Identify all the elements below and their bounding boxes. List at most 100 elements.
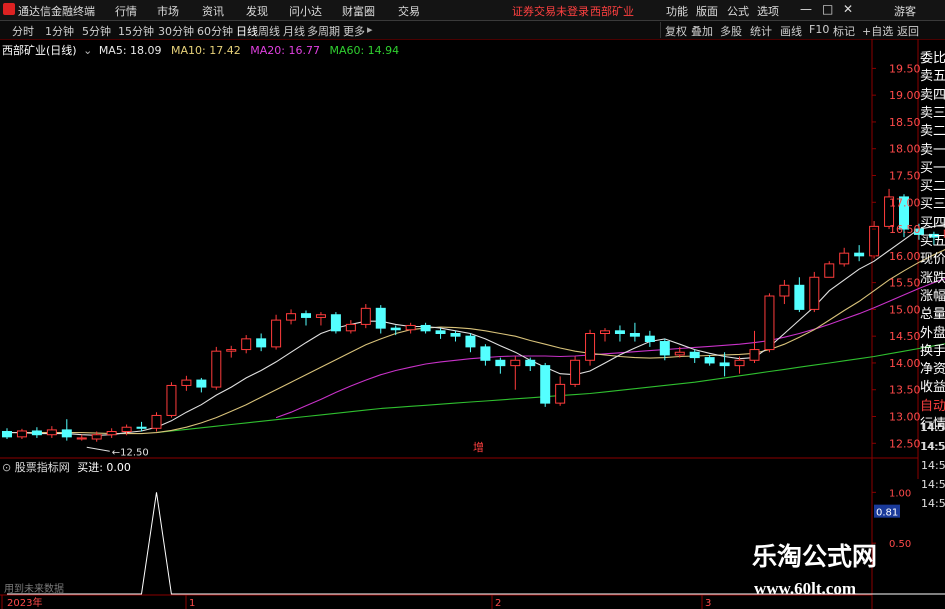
candle-body: [869, 225, 880, 257]
kline-chart[interactable]: 19.50 19.00 18.50 18.00 17.50 17.00 16.50 16.00…: [0, 39, 945, 609]
quote-field-label: 外盘: [920, 325, 945, 341]
tool-add-watchlist[interactable]: +自选: [862, 23, 893, 39]
menu-item-layout[interactable]: 版面: [696, 3, 718, 19]
tool-adjust[interactable]: 复权: [665, 23, 687, 39]
candle-body: [166, 384, 177, 416]
candle-body: [809, 276, 820, 310]
chart-title: 西部矿业(日线): [2, 44, 77, 57]
candle-body: [465, 335, 476, 348]
period-more[interactable]: 更多: [343, 23, 365, 39]
menu-item-quotes[interactable]: 行情: [115, 3, 137, 19]
trade-time-label: 14:50: [921, 421, 945, 434]
menu-item-market[interactable]: 市场: [157, 3, 179, 19]
tool-overlay[interactable]: 叠加: [691, 23, 713, 39]
period-monthly[interactable]: 月线: [283, 23, 305, 39]
toolbar-divider: [660, 22, 661, 38]
candle-body: [181, 379, 192, 386]
period-1min[interactable]: 1分钟: [45, 23, 74, 39]
quote-field-label: 涨跌: [920, 270, 945, 286]
chart-annotations: 19.46←12.50增: [86, 440, 484, 458]
candle-body: [435, 330, 446, 334]
menu-item-news[interactable]: 资讯: [202, 3, 224, 19]
collapse-icon[interactable]: ⌄: [83, 44, 92, 57]
candle-body: [136, 426, 147, 429]
close-icon[interactable]: ✕: [843, 2, 853, 16]
menu-item-formula[interactable]: 公式: [727, 3, 749, 19]
ma10-label: MA10: 17.42: [171, 44, 241, 57]
candle-body: [151, 414, 162, 429]
price-tick-label: 14.00: [889, 357, 921, 370]
period-intraday[interactable]: 分时: [12, 23, 34, 39]
menu-item-wealth-circle[interactable]: 财富圈: [342, 3, 375, 19]
candle-body: [794, 284, 805, 310]
quote-field-label: 买五: [920, 234, 945, 249]
quote-field-label[interactable]: 自动: [920, 395, 945, 414]
menu-item-ask-xiaoda[interactable]: 问小达: [289, 3, 322, 19]
candle-body: [330, 314, 341, 332]
login-warning[interactable]: 证券交易未登录: [512, 3, 589, 19]
period-weekly[interactable]: 周线: [258, 23, 280, 39]
candle-body: [659, 341, 670, 356]
price-tick-label: 17.00: [889, 196, 921, 209]
period-5min[interactable]: 5分钟: [82, 23, 111, 39]
price-tick-label: 13.00: [889, 411, 921, 424]
candle-body: [286, 313, 297, 321]
period-30min[interactable]: 30分钟: [158, 23, 194, 39]
period-multi[interactable]: 多周期: [307, 23, 340, 39]
menu-item-discover[interactable]: 发现: [246, 3, 268, 19]
candle-body: [854, 252, 865, 257]
quote-field-label: 买四: [920, 215, 945, 231]
tool-f10[interactable]: F10: [809, 23, 829, 36]
candle-body: [450, 332, 461, 337]
candle-body: [480, 346, 491, 361]
ma60-label: MA60: 14.94: [329, 44, 400, 57]
maximize-icon[interactable]: □: [822, 2, 833, 16]
quote-field-label: 净资: [920, 362, 945, 378]
guest-label[interactable]: 游客: [894, 3, 916, 19]
quote-field-label: 卖四: [920, 87, 945, 103]
menu-item-function[interactable]: 功能: [666, 3, 688, 19]
quote-field-label: 卖五: [920, 69, 945, 85]
price-axis: 19.50 19.00 18.50 18.00 17.50 17.00 16.50 16.00…: [872, 62, 921, 450]
indicator-name: 股票指标网: [14, 461, 70, 474]
tool-mark[interactable]: 标记: [833, 23, 855, 39]
price-tick-label: 12.50: [889, 437, 921, 450]
quote-field-label: 总量: [920, 307, 945, 323]
ma-legend: 西部矿业(日线) ⌄ MA5: 18.09 MA10: 17.42 MA20: …: [2, 42, 399, 58]
indicator-collapse-icon[interactable]: ⊙: [2, 461, 11, 474]
candle-body: [585, 332, 596, 361]
candle-body: [226, 349, 237, 352]
watermark-url: www.60lt.com: [754, 579, 856, 598]
menu-item-trade[interactable]: 交易: [398, 3, 420, 19]
candle-body: [824, 263, 835, 278]
period-15min[interactable]: 15分钟: [118, 23, 154, 39]
menu-item-options[interactable]: 选项: [757, 3, 779, 19]
date-tick-label: 1: [189, 598, 195, 609]
indicator-tick-label: 1.00: [889, 488, 911, 499]
candle-body: [196, 379, 207, 388]
quote-field-label: 买二: [920, 179, 945, 195]
trade-time-label: 14:50: [921, 440, 945, 453]
price-tick-label: 17.50: [889, 170, 921, 183]
price-tick-label: 15.00: [889, 303, 921, 316]
more-chevron-icon[interactable]: ▸: [367, 23, 373, 36]
period-60min[interactable]: 60分钟: [197, 23, 233, 39]
tool-back[interactable]: 返回: [897, 23, 919, 39]
tool-draw-line[interactable]: 画线: [780, 23, 802, 39]
chart-frame: [0, 39, 919, 609]
watermark: 乐淘公式网 www.60lt.com: [738, 537, 928, 607]
candle-body: [495, 359, 506, 367]
candle-body: [704, 357, 715, 364]
minimize-icon[interactable]: —: [800, 2, 812, 16]
price-tick-label: 15.50: [889, 277, 921, 290]
date-tick-label: 2: [495, 598, 501, 609]
price-tick-label: 16.00: [889, 250, 921, 263]
candle-body: [839, 252, 850, 265]
candle-body: [390, 327, 401, 331]
candle-body: [689, 351, 700, 359]
period-daily[interactable]: 日线: [236, 23, 258, 39]
tool-multi-stock[interactable]: 多股: [720, 23, 742, 39]
candle-body: [674, 351, 685, 356]
quote-panel: 委比 卖五 卖四 卖三 卖二 卖一 买一 买二 买三 买四 买五 现价 涨跌 涨幅 总量 外盘 换手 净资 收益 自动…: [919, 39, 945, 457]
tool-statistics[interactable]: 统计: [750, 23, 772, 39]
